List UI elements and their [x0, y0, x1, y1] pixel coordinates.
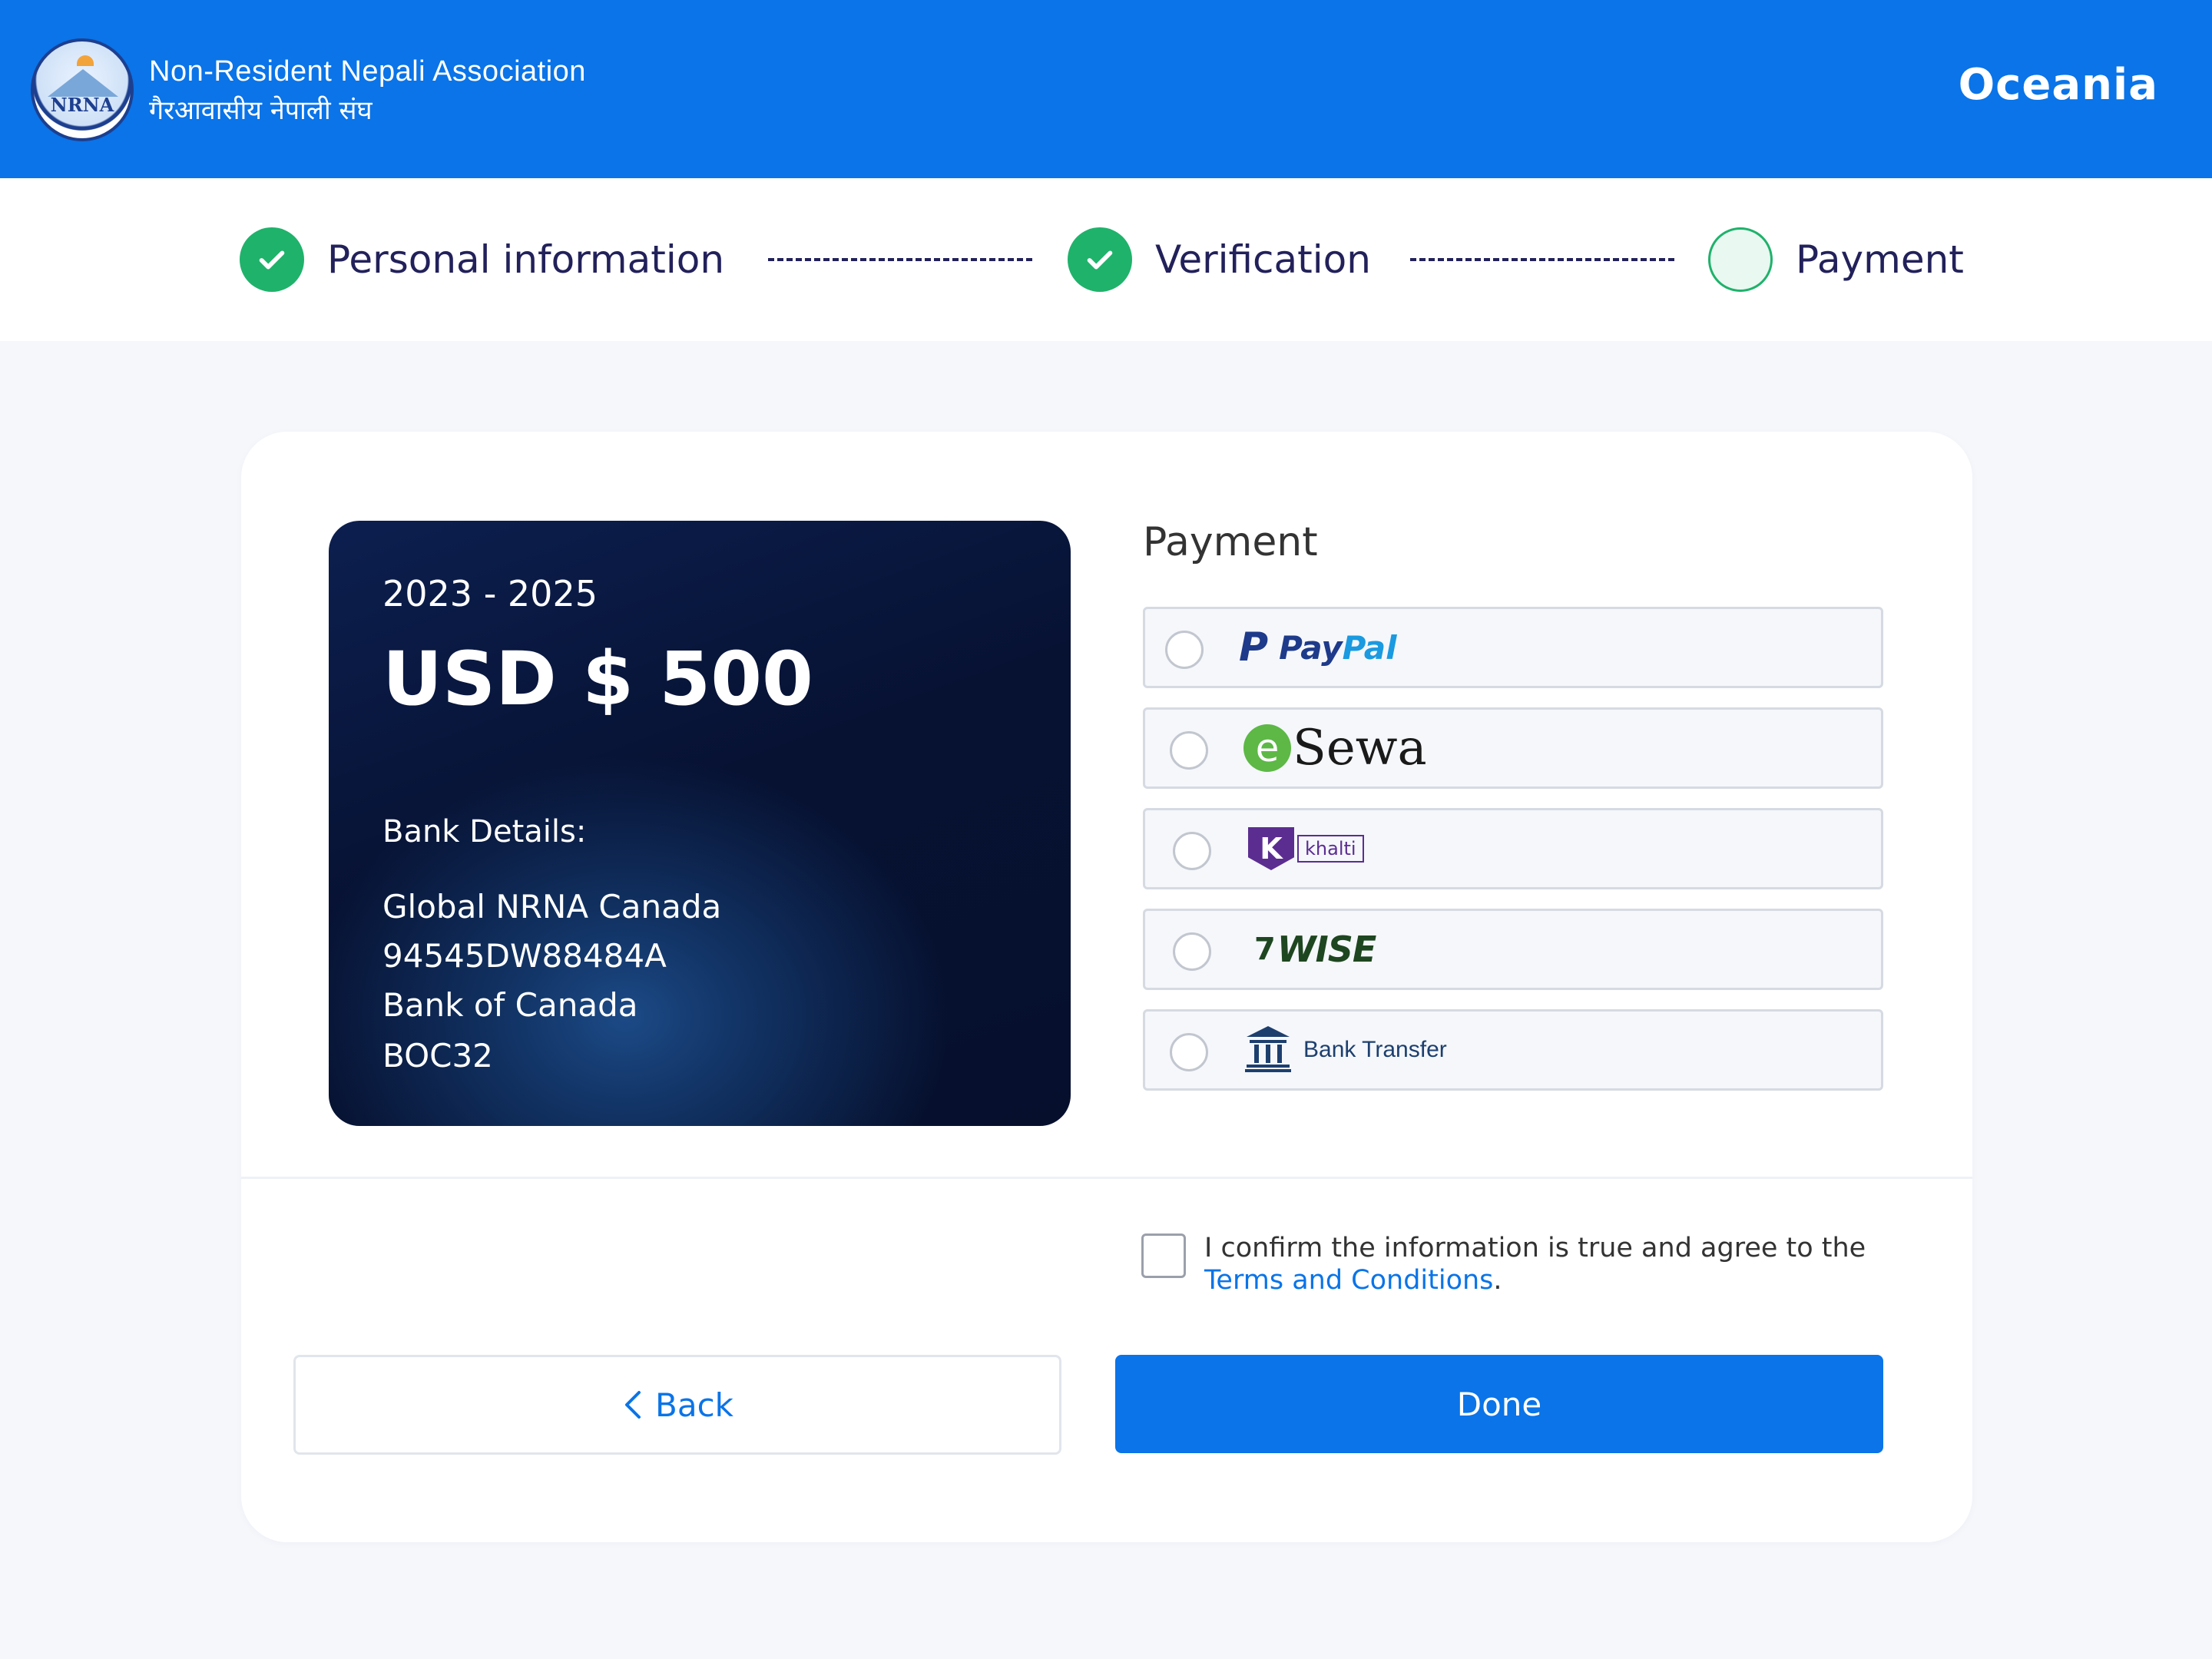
- terms-confirmation-text: I confirm the information is true and ag…: [1204, 1232, 1896, 1296]
- payment-option-bank-transfer[interactable]: Bank Transfer: [1143, 1009, 1883, 1091]
- payment-option-wise[interactable]: 7 WISE: [1143, 909, 1883, 990]
- khalti-radio[interactable]: [1173, 832, 1211, 870]
- step-personal-information: Personal information: [240, 227, 724, 292]
- bank-details-title: Bank Details:: [382, 814, 587, 849]
- step-label: Payment: [1796, 237, 1964, 282]
- check-icon: [1068, 227, 1132, 292]
- step-label: Verification: [1155, 237, 1371, 282]
- logo-mountain-shape: [48, 69, 118, 97]
- membership-fee-card: 2023 - 2025 USD $ 500 Bank Details: Glob…: [329, 521, 1071, 1126]
- step-verification: Verification: [1068, 227, 1371, 292]
- logo-sun-shape: [77, 55, 94, 66]
- step-current-indicator: [1708, 227, 1773, 292]
- region-label: Oceania: [1958, 60, 2158, 110]
- wise-flag-mark: 7: [1254, 932, 1276, 967]
- back-button-label: Back: [655, 1386, 733, 1424]
- step-label: Personal information: [327, 237, 725, 282]
- esewa-wordmark: Sewa: [1293, 720, 1427, 777]
- paypal-wordmark-pay: Pay: [1279, 628, 1343, 667]
- paypal-logo: P PayPal: [1239, 609, 1397, 686]
- bank-transfer-logo: Bank Transfer: [1243, 1012, 1447, 1088]
- fee-period: 2023 - 2025: [382, 573, 598, 614]
- khalti-wordmark: khalti: [1297, 835, 1364, 863]
- fee-amount: USD $ 500: [382, 636, 813, 722]
- bank-name: Bank of Canada: [382, 986, 638, 1024]
- esewa-logo: e Sewa: [1243, 710, 1427, 786]
- done-button[interactable]: Done: [1115, 1355, 1883, 1453]
- payment-option-esewa[interactable]: e Sewa: [1143, 707, 1883, 789]
- wise-wordmark: WISE: [1277, 929, 1376, 970]
- wise-radio[interactable]: [1173, 932, 1211, 971]
- wise-logo: 7 WISE: [1254, 911, 1376, 988]
- org-name-english: Non-Resident Nepali Association: [149, 55, 586, 88]
- step-payment: Payment: [1708, 227, 1964, 292]
- check-icon: [240, 227, 304, 292]
- esewa-radio[interactable]: [1170, 731, 1208, 770]
- bank-icon: [1243, 1025, 1293, 1075]
- terms-and-conditions-link[interactable]: Terms and Conditions: [1204, 1265, 1493, 1296]
- terms-suffix: .: [1493, 1265, 1502, 1296]
- payment-option-khalti[interactable]: K khalti: [1143, 808, 1883, 889]
- paypal-p-mark: P: [1239, 624, 1269, 671]
- khalti-logo: K khalti: [1248, 810, 1364, 887]
- payment-option-paypal[interactable]: P PayPal: [1143, 607, 1883, 688]
- terms-text: I confirm the information is true and ag…: [1204, 1233, 1866, 1263]
- bank-transfer-label: Bank Transfer: [1303, 1037, 1447, 1062]
- paypal-wordmark-pal: Pal: [1342, 628, 1397, 667]
- progress-stepper: Personal information Verification Paymen…: [0, 178, 2212, 341]
- paypal-wordmark: PayPal: [1279, 629, 1396, 667]
- top-header: NRNA Non-Resident Nepali Association गैर…: [0, 0, 2212, 178]
- bank-account-number: 94545DW88484A: [382, 937, 667, 975]
- step-connector: [768, 258, 1032, 261]
- logo-text: NRNA: [50, 94, 114, 116]
- card-divider: [241, 1177, 1972, 1179]
- back-button[interactable]: Back: [293, 1355, 1061, 1455]
- org-name-nepali: गैरआवासीय नेपाली संघ: [149, 95, 373, 126]
- paypal-radio[interactable]: [1165, 631, 1204, 669]
- bank-code: BOC32: [382, 1037, 493, 1075]
- bank-transfer-radio[interactable]: [1170, 1033, 1208, 1071]
- done-button-label: Done: [1456, 1385, 1542, 1423]
- chevron-left-icon: [625, 1391, 641, 1419]
- esewa-e-mark: e: [1243, 724, 1291, 772]
- khalti-k-mark: K: [1248, 827, 1294, 870]
- payment-section-title: Payment: [1143, 519, 1318, 565]
- step-connector: [1410, 258, 1674, 261]
- terms-checkbox[interactable]: [1141, 1233, 1186, 1278]
- organization-name: Non-Resident Nepali Association गैरआवासी…: [149, 55, 586, 127]
- bank-account-name: Global NRNA Canada: [382, 888, 722, 926]
- nrna-logo[interactable]: NRNA: [31, 38, 134, 141]
